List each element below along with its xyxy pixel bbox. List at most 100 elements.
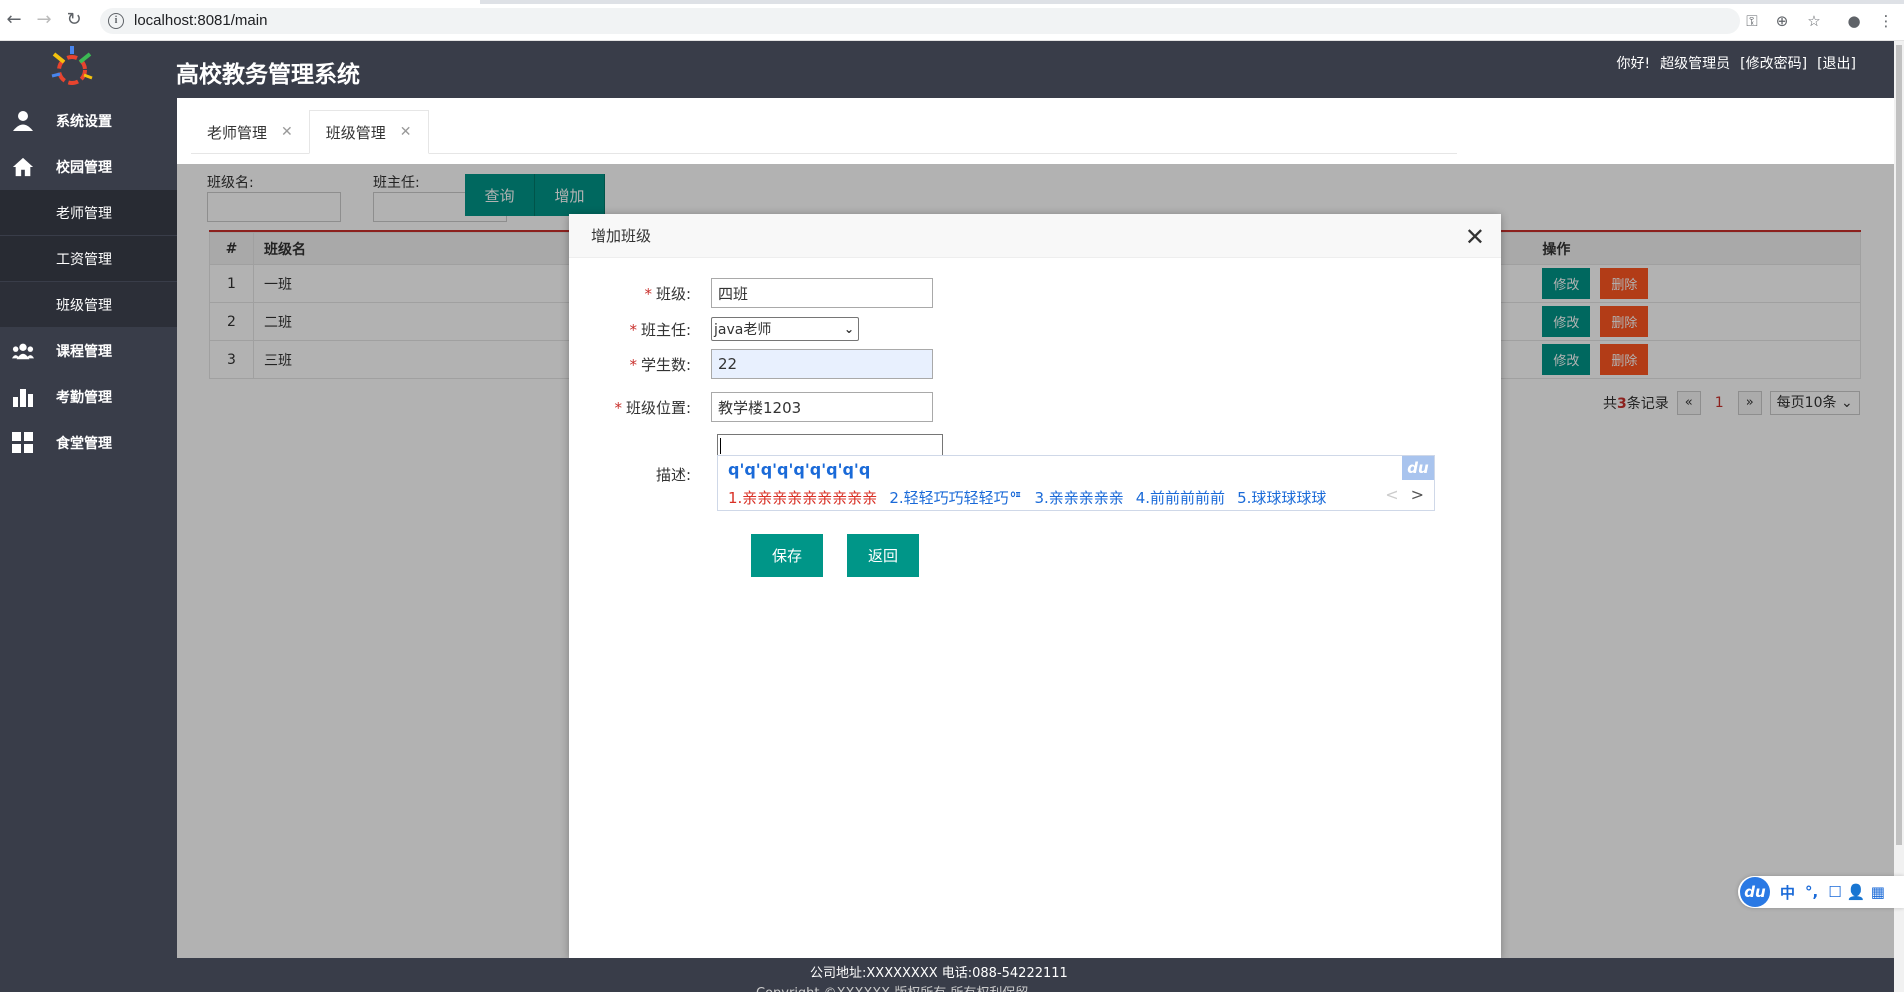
user-icon <box>12 110 34 132</box>
chevron-left-icon[interactable]: < <box>1385 485 1398 504</box>
page-footer: 公司地址:XXXXXXXX 电话:088-54222111 Copyright … <box>0 958 1894 992</box>
class-label-text: 班级: <box>655 284 691 303</box>
back-icon[interactable]: ← <box>4 10 24 30</box>
sidebar-item-campus-management[interactable]: 校园管理 <box>0 144 177 190</box>
sidebar-item-label: 工资管理 <box>56 251 112 268</box>
sidebar-item-system-settings[interactable]: 系统设置 <box>0 98 177 144</box>
ime-composition-text: q'q'q'q'q'q'q'q'q <box>728 460 871 479</box>
forward-icon[interactable]: → <box>34 10 54 30</box>
ime-tools-icon[interactable]: ☐ 👤 ▦ <box>1828 883 1885 901</box>
text-caret <box>720 438 721 454</box>
greeting-text: 你好! <box>1616 56 1651 72</box>
sidebar-subitem-class-management[interactable]: 班级管理 <box>0 282 177 328</box>
chevron-down-icon: ⌄ <box>843 322 854 336</box>
logo-icon <box>51 46 93 85</box>
bar-chart-icon <box>12 386 34 408</box>
close-icon[interactable]: ✕ <box>281 124 293 140</box>
tab-label: 班级管理 <box>325 123 386 142</box>
sidebar-subitem-teacher-management[interactable]: 老师管理 <box>0 190 177 236</box>
url-text[interactable]: localhost:8081/main <box>134 12 267 29</box>
close-icon[interactable]: ✕ <box>400 124 412 140</box>
home-icon <box>12 156 34 178</box>
tab-teacher-management[interactable]: 老师管理 ✕ <box>191 110 309 154</box>
footer-address: 公司地址:XXXXXXXX 电话:088-54222111 <box>810 966 1068 981</box>
page-scrollbar[interactable] <box>1894 41 1904 992</box>
sidebar-item-label: 考勤管理 <box>56 390 112 406</box>
location-field-row: * 班级位置: 教学楼1203 <box>569 391 1501 423</box>
sidebar-item-attendance-management[interactable]: 考勤管理 <box>0 374 177 420</box>
add-class-dialog: 增加班级 ✕ * 班级: 四班 * 班主任: java老师 ⌄ * 学生数: 22 *… <box>569 214 1501 958</box>
browser-toolbar: ← → ↻ i localhost:8081/main ⚿ ⊕ ☆ ● ⋮ <box>0 0 1904 41</box>
sidebar: 系统设置 校园管理 老师管理 工资管理 班级管理 课程管理 考勤管理 食堂管理 <box>0 98 177 958</box>
browser-tab-strip <box>480 0 1904 4</box>
ime-candidate[interactable]: 2.轻轻巧巧轻轻巧ᅋ <box>889 487 1022 508</box>
class-field-label: * 班级: <box>569 283 697 304</box>
change-password-link[interactable]: [修改密码] <box>1740 53 1807 73</box>
teacher-field-label: * 班主任: <box>569 319 697 340</box>
required-mark: * <box>629 320 637 339</box>
grid-icon <box>12 432 34 454</box>
zoom-icon[interactable]: ⊕ <box>1772 11 1792 31</box>
sidebar-item-label: 系统设置 <box>56 114 112 130</box>
location-field-label: * 班级位置: <box>569 397 697 418</box>
dialog-title: 增加班级 <box>569 214 1501 258</box>
ime-candidate-list: 1.亲亲亲亲亲亲亲亲亲 2.轻轻巧巧轻轻巧ᅋ 3.亲亲亲亲亲 4.前前前前前 5… <box>728 487 1326 508</box>
header-user-area: 你好! 超级管理员 [修改密码] [退出] <box>1617 53 1857 73</box>
baidu-ime-logo-icon: du <box>1402 456 1434 480</box>
group-icon <box>12 340 34 362</box>
ime-punctuation-indicator[interactable]: °, <box>1805 883 1818 901</box>
teacher-field-row: * 班主任: java老师 ⌄ <box>569 313 1501 345</box>
required-mark: * <box>644 284 652 303</box>
required-mark: * <box>614 398 622 417</box>
students-label-text: 学生数: <box>640 355 691 374</box>
save-button[interactable]: 保存 <box>751 534 823 577</box>
class-name-input[interactable]: 四班 <box>711 278 933 308</box>
sidebar-item-label: 校园管理 <box>56 160 112 176</box>
students-field-label: * 学生数: <box>569 354 697 375</box>
site-info-icon[interactable]: i <box>108 13 124 29</box>
sidebar-item-label: 班级管理 <box>56 297 112 314</box>
sidebar-item-canteen-management[interactable]: 食堂管理 <box>0 420 177 466</box>
key-icon[interactable]: ⚿ <box>1742 11 1762 31</box>
ime-candidate[interactable]: 1.亲亲亲亲亲亲亲亲亲 <box>728 487 877 508</box>
tab-class-management[interactable]: 班级管理 ✕ <box>308 110 429 154</box>
user-name: 超级管理员 <box>1660 56 1731 72</box>
sidebar-item-course-management[interactable]: 课程管理 <box>0 328 177 374</box>
class-field-row: * 班级: 四班 <box>569 277 1501 309</box>
profile-icon[interactable]: ● <box>1844 11 1864 31</box>
app-title: 高校教务管理系统 <box>176 62 360 88</box>
teacher-label-text: 班主任: <box>640 320 691 339</box>
reload-icon[interactable]: ↻ <box>64 10 84 30</box>
sidebar-subitem-salary-management[interactable]: 工资管理 <box>0 236 177 282</box>
address-bar[interactable]: i localhost:8081/main <box>100 8 1740 34</box>
head-teacher-value: java老师 <box>714 322 772 338</box>
student-count-input[interactable]: 22 <box>711 349 933 379</box>
tab-bar: 老师管理 ✕ 班级管理 ✕ <box>191 110 1457 154</box>
head-teacher-select[interactable]: java老师 ⌄ <box>711 317 859 341</box>
logout-link[interactable]: [退出] <box>1817 53 1856 73</box>
tab-label: 老师管理 <box>207 123 268 142</box>
required-mark: * <box>629 355 637 374</box>
ime-candidate[interactable]: 4.前前前前前 <box>1136 487 1225 508</box>
back-button[interactable]: 返回 <box>847 534 919 577</box>
sidebar-item-label: 食堂管理 <box>56 436 112 452</box>
sidebar-item-label: 老师管理 <box>56 205 112 222</box>
scrollbar-thumb[interactable] <box>1896 45 1902 845</box>
close-icon[interactable]: ✕ <box>1465 223 1485 251</box>
ime-status-bar: du 中 °, ☐ 👤 ▦ <box>1738 876 1904 908</box>
ime-candidate[interactable]: 5.球球球球球 <box>1237 487 1326 508</box>
chevron-right-icon[interactable]: > <box>1411 485 1424 504</box>
ime-mode-indicator[interactable]: 中 <box>1780 882 1795 903</box>
menu-dots-icon[interactable]: ⋮ <box>1876 11 1896 31</box>
bookmark-star-icon[interactable]: ☆ <box>1804 11 1824 31</box>
sidebar-item-label: 课程管理 <box>56 344 112 360</box>
description-field-label: 描述: <box>655 465 691 484</box>
location-label-text: 班级位置: <box>625 398 691 417</box>
app-header: 高校教务管理系统 你好! 超级管理员 [修改密码] [退出] <box>0 41 1894 98</box>
class-location-input[interactable]: 教学楼1203 <box>711 392 933 422</box>
baidu-ime-logo-icon[interactable]: du <box>1740 877 1770 907</box>
footer-copyright: Copyright ©XXXXXX 版权所有 所有权利保留 <box>756 982 1028 992</box>
ime-candidate-popup: q'q'q'q'q'q'q'q'q du 1.亲亲亲亲亲亲亲亲亲 2.轻轻巧巧轻… <box>717 455 1435 511</box>
ime-candidate[interactable]: 3.亲亲亲亲亲 <box>1034 487 1123 508</box>
students-field-row: * 学生数: 22 <box>569 348 1501 380</box>
